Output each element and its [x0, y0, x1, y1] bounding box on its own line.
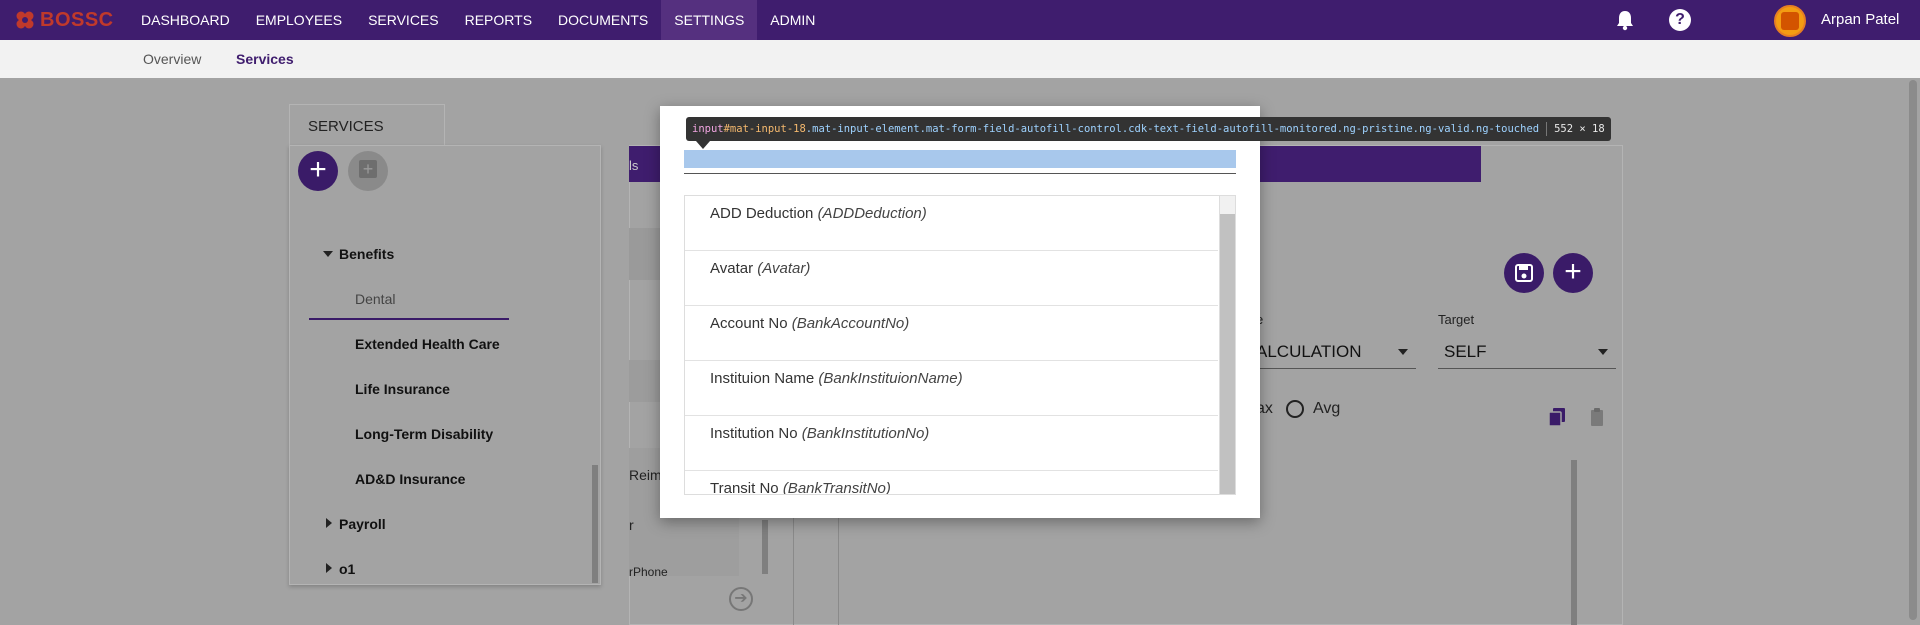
tree-item-add-insurance[interactable]: AD&D Insurance: [355, 471, 465, 487]
save-button[interactable]: [1504, 253, 1544, 293]
sub-nav: Overview Services: [0, 40, 1920, 78]
tooltip-classes: .mat-input-element.mat-form-field-autofi…: [805, 123, 1540, 135]
input-underline: [684, 173, 1236, 174]
nav-services[interactable]: SERVICES: [355, 0, 452, 40]
expand-icon[interactable]: [323, 251, 333, 257]
list-item-phone[interactable]: rPhone: [629, 565, 668, 579]
collapse-icon[interactable]: [326, 563, 332, 573]
tree-item-benefits[interactable]: Benefits: [339, 246, 394, 262]
tree-item-o1[interactable]: o1: [339, 561, 355, 577]
nav-admin[interactable]: ADMIN: [757, 0, 828, 40]
services-panel: [289, 145, 601, 585]
list-item[interactable]: Institution No (BankInstitutionNo): [685, 416, 1218, 471]
user-name[interactable]: Arpan Patel: [1821, 0, 1899, 40]
option-code: (BankAccountNo): [791, 315, 910, 332]
list-item[interactable]: ADD Deduction (ADDDeduction): [685, 196, 1218, 251]
option-code: (BankInstitutionNo): [801, 425, 930, 442]
add-service-button[interactable]: +: [298, 151, 338, 191]
selected-indicator: [309, 318, 509, 320]
option-label: Avatar: [710, 260, 754, 277]
collapse-icon[interactable]: [326, 518, 332, 528]
tooltip-separator: [1546, 122, 1548, 136]
option-label: ADD Deduction: [710, 205, 814, 222]
brand-logo[interactable]: BOSSC: [14, 8, 114, 32]
tab-fragment[interactable]: ls: [629, 158, 638, 173]
scroll-up-area[interactable]: [1220, 196, 1235, 208]
option-label: Account No: [710, 315, 788, 332]
add-button[interactable]: +: [1553, 253, 1593, 293]
nav-settings[interactable]: SETTINGS: [661, 0, 758, 40]
field-picker-dialog: ADD Deduction (ADDDeduction) Avatar (Ava…: [660, 106, 1260, 518]
list-item[interactable]: Instituion Name (BankInstituionName): [685, 361, 1218, 416]
tree-item-ltd[interactable]: Long-Term Disability: [355, 426, 493, 442]
next-arrow-icon[interactable]: ➔: [729, 587, 753, 611]
tooltip-id: #mat-input-18: [723, 123, 806, 135]
radio-avg[interactable]: [1286, 400, 1304, 418]
chevron-down-icon: [1598, 349, 1608, 355]
target-select[interactable]: SELF: [1438, 335, 1616, 369]
options-list[interactable]: ADD Deduction (ADDDeduction) Avatar (Ava…: [684, 195, 1236, 495]
tree-item-dental[interactable]: Dental: [355, 291, 395, 307]
editor-scrollbar[interactable]: [1571, 460, 1577, 625]
type-select[interactable]: ALCULATION: [1256, 335, 1416, 369]
tooltip-arrow: [696, 141, 710, 149]
top-navbar: BOSSC DASHBOARD EMPLOYEES SERVICES REPOR…: [0, 0, 1920, 40]
radio-avg-label: Avg: [1313, 400, 1341, 417]
tree-item-payroll[interactable]: Payroll: [339, 516, 386, 532]
help-icon[interactable]: ?: [1669, 9, 1691, 31]
option-code: (BankTransitNo): [782, 480, 891, 495]
search-input[interactable]: [684, 150, 1236, 168]
option-label: Instituion Name: [710, 370, 815, 387]
tooltip-dimensions: 552 × 18: [1554, 123, 1605, 135]
nav-documents[interactable]: DOCUMENTS: [545, 0, 661, 40]
logo-icon: [16, 11, 34, 29]
option-code: (BankInstituionName): [818, 370, 963, 387]
option-code: (ADDDeduction): [817, 205, 927, 222]
brand-name: BOSSC: [40, 8, 114, 31]
subnav-services[interactable]: Services: [236, 51, 294, 67]
option-label: Transit No: [710, 480, 779, 495]
bell-icon[interactable]: [1614, 9, 1636, 31]
add-child-button: [348, 151, 388, 191]
paste-icon[interactable]: [1589, 408, 1605, 426]
main-nav: DASHBOARD EMPLOYEES SERVICES REPORTS DOC…: [128, 0, 828, 40]
option-label: Institution No: [710, 425, 798, 442]
list-item-r[interactable]: r: [629, 517, 634, 533]
target-value: SELF: [1444, 342, 1487, 361]
chevron-down-icon: [1398, 349, 1408, 355]
avatar[interactable]: [1774, 5, 1806, 37]
subnav-overview[interactable]: Overview: [143, 51, 201, 67]
type-value: ALCULATION: [1256, 342, 1362, 361]
tree-scrollbar[interactable]: [592, 465, 598, 583]
page-scrollbar-thumb[interactable]: [1909, 80, 1917, 620]
target-label: Target: [1438, 312, 1475, 327]
list-item[interactable]: Account No (BankAccountNo): [685, 306, 1218, 361]
devtools-inspect-tooltip: input #mat-input-18 .mat-input-element.mat…: [686, 117, 1611, 141]
save-icon: [1515, 264, 1533, 282]
nav-reports[interactable]: REPORTS: [452, 0, 545, 40]
nav-employees[interactable]: EMPLOYEES: [243, 0, 355, 40]
option-code: (Avatar): [757, 260, 811, 277]
list-item[interactable]: Avatar (Avatar): [685, 251, 1218, 306]
services-tab[interactable]: SERVICES: [289, 104, 445, 146]
copy-icon[interactable]: [1549, 408, 1565, 426]
tooltip-tag: input: [692, 123, 724, 135]
tree-item-life-insurance[interactable]: Life Insurance: [355, 381, 450, 397]
list-scrollbar-thumb[interactable]: [1220, 214, 1235, 494]
tree-item-extended-health[interactable]: Extended Health Care: [355, 336, 500, 352]
nav-dashboard[interactable]: DASHBOARD: [128, 0, 243, 40]
list-item[interactable]: Transit No (BankTransitNo): [685, 471, 1218, 495]
list-scrollbar[interactable]: [762, 520, 768, 574]
